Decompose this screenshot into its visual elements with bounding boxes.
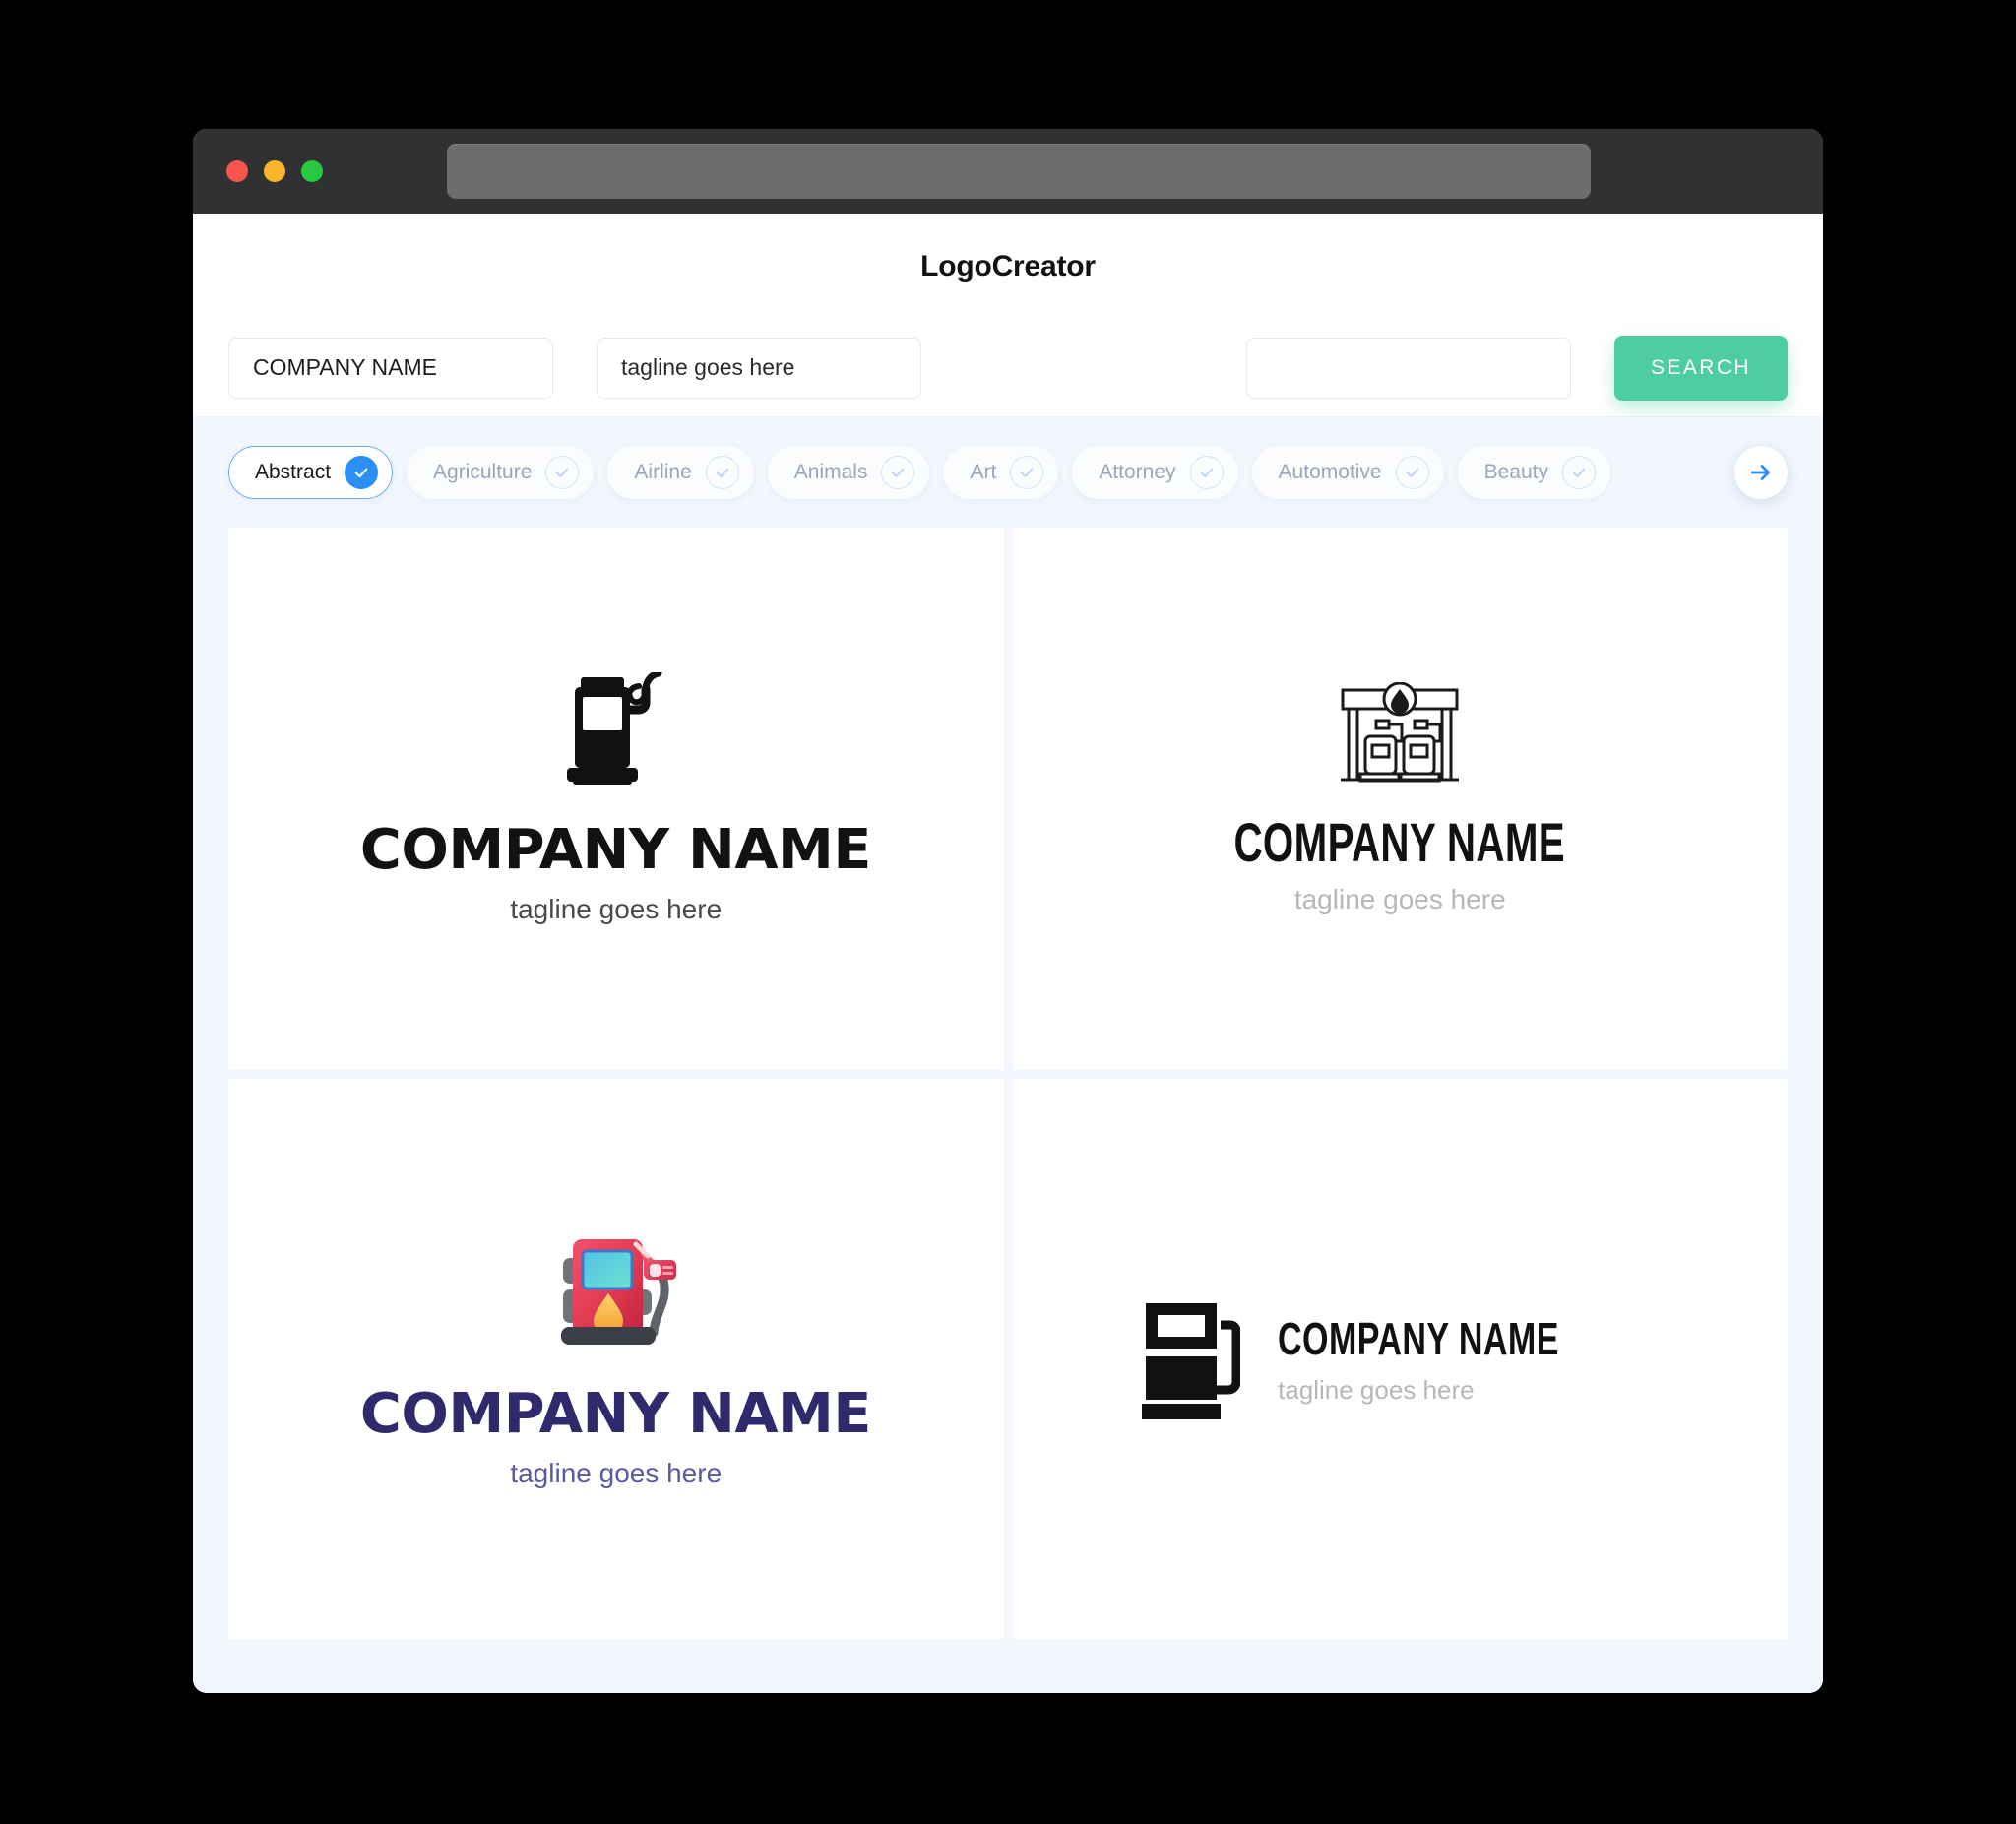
category-chip-airline[interactable]: Airline — [607, 446, 754, 499]
logo-results-grid: COMPANY NAME tagline goes here COMPANY N… — [193, 528, 1823, 1639]
close-window-button[interactable] — [226, 160, 248, 182]
category-chip-label: Art — [970, 461, 997, 483]
search-button[interactable]: SEARCH — [1614, 335, 1788, 401]
logo-tagline: tagline goes here — [1293, 884, 1506, 914]
window-controls — [226, 160, 323, 182]
app-header: LogoCreator — [193, 214, 1823, 319]
category-chip-label: Agriculture — [433, 461, 533, 483]
fuel-pump-silhouette-icon — [567, 672, 662, 785]
logo-preview: COMPANY NAME tagline goes here — [360, 1228, 872, 1489]
category-chip-label: Attorney — [1099, 461, 1176, 483]
category-chip-label: Automotive — [1278, 461, 1382, 483]
category-chip-attorney[interactable]: Attorney — [1072, 446, 1238, 499]
category-chip-label: Animals — [793, 461, 868, 483]
logo-card[interactable]: COMPANY NAME tagline goes here — [1012, 1079, 1788, 1639]
category-chip-label: Beauty — [1483, 461, 1548, 483]
tagline-input[interactable] — [597, 337, 921, 399]
fuel-pump-color-icon — [560, 1239, 676, 1345]
logo-card[interactable]: COMPANY NAME tagline goes here — [228, 528, 1004, 1070]
logo-preview: COMPANY NAME tagline goes here — [360, 672, 872, 925]
fuel-pump-block-icon — [1142, 1302, 1241, 1419]
browser-url-bar[interactable] — [447, 144, 1591, 199]
minimize-window-button[interactable] — [264, 160, 285, 182]
logo-company-name: COMPANY NAME — [360, 818, 872, 882]
category-chip-beauty[interactable]: Beauty — [1457, 446, 1610, 499]
check-circle-icon — [1395, 456, 1429, 489]
search-toolbar: SEARCH — [193, 319, 1823, 417]
category-chip-animals[interactable]: Animals — [767, 446, 930, 499]
logo-preview: COMPANY NAME tagline goes here — [1142, 1299, 1658, 1419]
company-name-input[interactable] — [228, 337, 553, 399]
check-circle-icon — [1189, 456, 1224, 489]
logo-preview: COMPANY NAME tagline goes here — [1169, 682, 1630, 915]
keyword-input[interactable] — [1246, 337, 1571, 399]
check-circle-icon — [1010, 456, 1044, 489]
check-circle-icon — [345, 456, 379, 489]
check-circle-icon — [545, 456, 580, 489]
logo-card[interactable]: COMPANY NAME tagline goes here — [1012, 528, 1788, 1070]
logo-tagline: tagline goes here — [1278, 1375, 1475, 1405]
logo-company-name: COMPANY NAME — [1233, 811, 1566, 873]
categories-next-button[interactable] — [1734, 446, 1788, 499]
category-chip-label: Airline — [634, 461, 692, 483]
logo-company-name: COMPANY NAME — [360, 1382, 872, 1446]
logo-tagline: tagline goes here — [510, 894, 723, 924]
category-chip-automotive[interactable]: Automotive — [1251, 446, 1444, 499]
arrow-right-icon — [1750, 465, 1770, 480]
logo-text-block: COMPANY NAME tagline goes here — [1278, 1312, 1658, 1406]
category-chip-art[interactable]: Art — [943, 446, 1059, 499]
category-chip-abstract[interactable]: Abstract — [228, 446, 394, 499]
browser-window: LogoCreator SEARCH Abstract Agriculture — [193, 129, 1823, 1693]
maximize-window-button[interactable] — [301, 160, 323, 182]
screen: LogoCreator SEARCH Abstract Agriculture — [0, 0, 2016, 1824]
category-chip-label: Abstract — [255, 461, 332, 483]
logo-tagline: tagline goes here — [510, 1458, 723, 1488]
category-filter-bar: Abstract Agriculture Airline Animals Art… — [193, 417, 1823, 528]
page-title: LogoCreator — [920, 249, 1096, 283]
check-circle-icon — [881, 456, 915, 489]
category-chip-agriculture[interactable]: Agriculture — [407, 446, 595, 499]
gas-station-outline-icon — [1341, 682, 1460, 783]
check-circle-icon — [705, 456, 739, 489]
browser-titlebar — [193, 129, 1823, 214]
content-area: Abstract Agriculture Airline Animals Art… — [193, 417, 1823, 1693]
logo-company-name: COMPANY NAME — [1278, 1313, 1559, 1364]
logo-card[interactable]: COMPANY NAME tagline goes here — [228, 1079, 1004, 1639]
check-circle-icon — [1562, 456, 1596, 489]
